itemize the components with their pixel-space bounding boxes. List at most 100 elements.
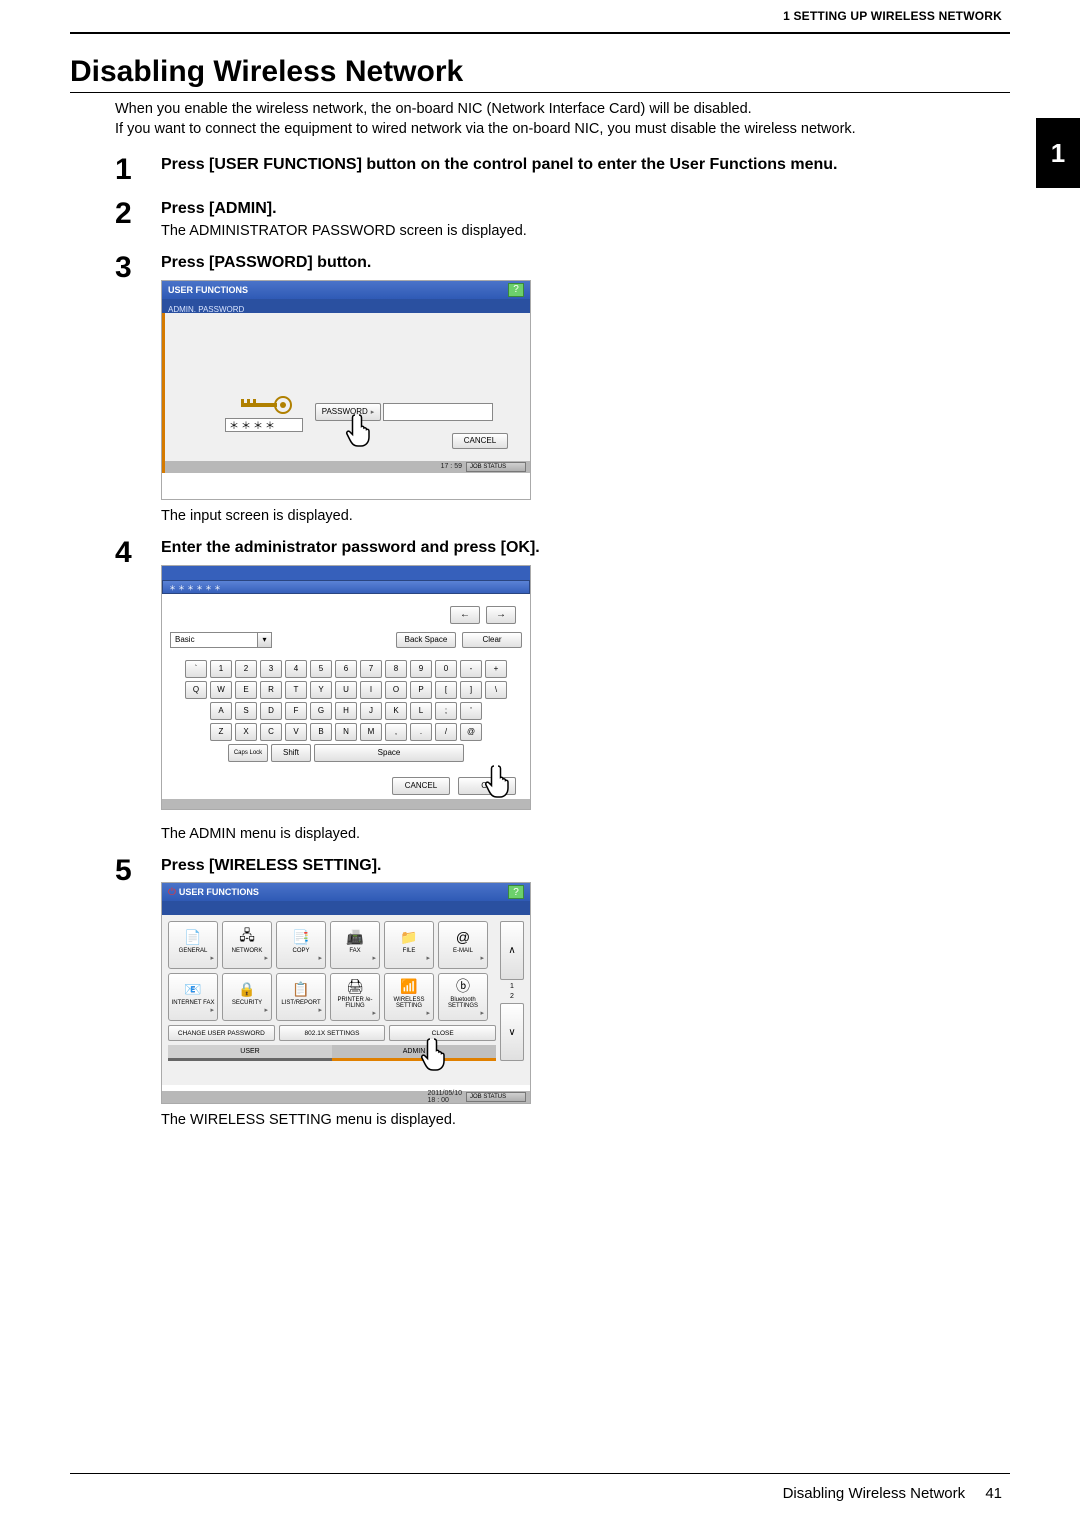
kb-key[interactable]: +: [485, 660, 507, 678]
kb-key[interactable]: U: [335, 681, 357, 699]
tile-icon: ⓑ: [452, 977, 474, 995]
top-rule: [70, 32, 1010, 34]
kb-key[interactable]: 1: [210, 660, 232, 678]
content: When you enable the wireless network, th…: [115, 100, 928, 1142]
kb-key[interactable]: .: [410, 723, 432, 741]
kb-key[interactable]: N: [335, 723, 357, 741]
kb-key[interactable]: Y: [310, 681, 332, 699]
kb-key[interactable]: 6: [335, 660, 357, 678]
admin-tile[interactable]: 🖨PRINTER /e-FILING▸: [330, 973, 380, 1021]
kb-key[interactable]: 7: [360, 660, 382, 678]
admin-tile[interactable]: 📶WIRELESS SETTING▸: [384, 973, 434, 1021]
password-input[interactable]: [383, 403, 493, 421]
jobstatus-button[interactable]: JOB STATUS: [466, 1092, 526, 1102]
kb-key[interactable]: @: [460, 723, 482, 741]
kb-key[interactable]: 9: [410, 660, 432, 678]
page-title: Disabling Wireless Network: [70, 55, 463, 89]
step-4: 4 Enter the administrator password and p…: [115, 538, 928, 842]
kb-key[interactable]: [: [435, 681, 457, 699]
kb-key[interactable]: R: [260, 681, 282, 699]
admin-tile[interactable]: @E-MAIL▸: [438, 921, 488, 969]
kb-key[interactable]: `: [185, 660, 207, 678]
admin-tile[interactable]: 📧INTERNET FAX▸: [168, 973, 218, 1021]
kb-key[interactable]: X: [235, 723, 257, 741]
kb-key[interactable]: B: [310, 723, 332, 741]
kb-key[interactable]: 2: [235, 660, 257, 678]
tab-admin[interactable]: ADMIN: [332, 1045, 496, 1061]
tile-label: WIRELESS SETTING: [385, 997, 433, 1009]
kb-key[interactable]: C: [260, 723, 282, 741]
kb-input-masked[interactable]: ＊＊＊＊＊＊: [162, 580, 530, 594]
admin-tile[interactable]: 📋LIST/REPORT▸: [276, 973, 326, 1021]
kb-key[interactable]: F: [285, 702, 307, 720]
help-icon[interactable]: ?: [508, 283, 524, 297]
kb-key[interactable]: P: [410, 681, 432, 699]
tab-user[interactable]: USER: [168, 1045, 332, 1061]
help-icon[interactable]: ?: [508, 885, 524, 899]
kb-key[interactable]: I: [360, 681, 382, 699]
kb-key[interactable]: Q: [185, 681, 207, 699]
backspace-button[interactable]: Back Space: [396, 632, 456, 648]
space-key[interactable]: Space: [314, 744, 464, 762]
cancel-button[interactable]: CANCEL: [452, 433, 508, 449]
kb-key[interactable]: V: [285, 723, 307, 741]
kb-key[interactable]: 5: [310, 660, 332, 678]
kb-key[interactable]: K: [385, 702, 407, 720]
shot1-body: ＊＊＊＊ PASSWORD▸ CANCEL 17 : 59 JOB STATUS: [162, 313, 530, 473]
kb-key[interactable]: 8: [385, 660, 407, 678]
capslock-key[interactable]: Caps Lock: [228, 744, 268, 762]
subbar: [162, 901, 530, 915]
kb-key[interactable]: D: [260, 702, 282, 720]
date-display: 2011/05/1018 : 00: [427, 1090, 462, 1104]
kb-key[interactable]: ;: [435, 702, 457, 720]
kb-mode-select[interactable]: Basic: [170, 632, 258, 648]
clear-button[interactable]: Clear: [462, 632, 522, 648]
chevron-right-icon: ▸: [372, 1009, 376, 1017]
kb-key[interactable]: ]: [460, 681, 482, 699]
chevron-down-icon[interactable]: ▾: [258, 632, 272, 648]
kb-key[interactable]: ,: [385, 723, 407, 741]
kb-key[interactable]: W: [210, 681, 232, 699]
header-section-label: 1 SETTING UP WIRELESS NETWORK: [783, 9, 1002, 23]
shift-key[interactable]: Shift: [271, 744, 311, 762]
kb-key[interactable]: J: [360, 702, 382, 720]
kb-key[interactable]: Z: [210, 723, 232, 741]
admin-tile[interactable]: ⓑBluetooth SETTINGS▸: [438, 973, 488, 1021]
jobstatus-button[interactable]: JOB STATUS: [466, 462, 526, 472]
kb-key[interactable]: /: [435, 723, 457, 741]
kb-key[interactable]: -: [460, 660, 482, 678]
password-masked: ＊＊＊＊: [225, 418, 303, 432]
admin-tile[interactable]: 🔒SECURITY▸: [222, 973, 272, 1021]
cursor-left-button[interactable]: ←: [450, 606, 480, 624]
kb-key[interactable]: ': [460, 702, 482, 720]
kb-key[interactable]: M: [360, 723, 382, 741]
kb-cancel-button[interactable]: CANCEL: [392, 777, 450, 795]
kb-key[interactable]: O: [385, 681, 407, 699]
step-number: 5: [115, 856, 143, 1129]
admin-tile[interactable]: 📄GENERAL▸: [168, 921, 218, 969]
kb-key[interactable]: A: [210, 702, 232, 720]
kb-key[interactable]: \: [485, 681, 507, 699]
kb-key[interactable]: G: [310, 702, 332, 720]
scroll-down-button[interactable]: ∨: [500, 1003, 524, 1062]
kb-key[interactable]: S: [235, 702, 257, 720]
admin-tile[interactable]: 📁FILE▸: [384, 921, 434, 969]
kb-key[interactable]: H: [335, 702, 357, 720]
change-user-password-button[interactable]: CHANGE USER PASSWORD: [168, 1025, 275, 1041]
kb-key[interactable]: 3: [260, 660, 282, 678]
kb-key[interactable]: 4: [285, 660, 307, 678]
tile-icon: 📧: [182, 980, 204, 998]
kb-key[interactable]: L: [410, 702, 432, 720]
cursor-right-button[interactable]: →: [486, 606, 516, 624]
kb-key[interactable]: E: [235, 681, 257, 699]
scroll-up-button[interactable]: ∧: [500, 921, 524, 980]
tile-icon: @: [452, 928, 474, 946]
kb-key[interactable]: T: [285, 681, 307, 699]
admin-tile[interactable]: 🖧NETWORK▸: [222, 921, 272, 969]
step-after: The input screen is displayed.: [161, 508, 928, 524]
kb-key[interactable]: 0: [435, 660, 457, 678]
8021x-settings-button[interactable]: 802.1X SETTINGS: [279, 1025, 386, 1041]
power-icon: ⏻: [168, 887, 176, 898]
admin-tile[interactable]: 📠FAX▸: [330, 921, 380, 969]
admin-tile[interactable]: 📑COPY▸: [276, 921, 326, 969]
